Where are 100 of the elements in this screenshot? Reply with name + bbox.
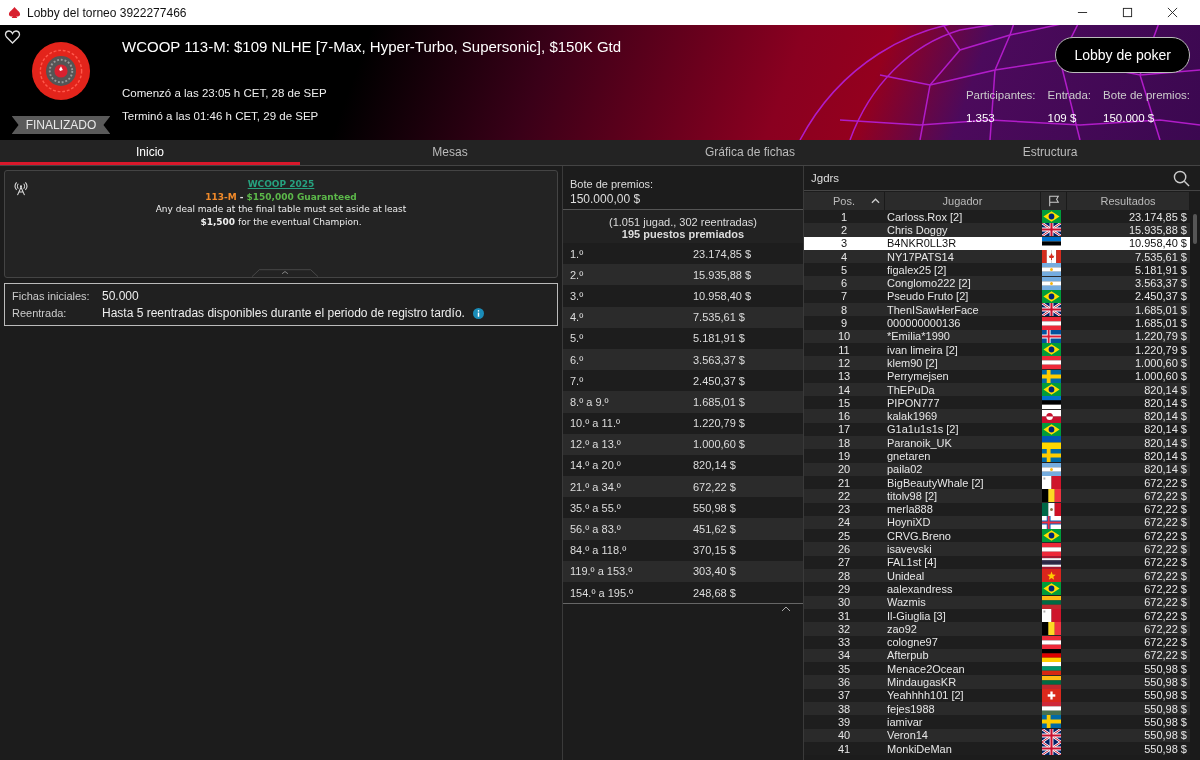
player-row[interactable]: 22 titolv98 [2] 672,22 $ — [804, 489, 1190, 503]
flag-icon — [1042, 356, 1061, 370]
player-name-cell-text: BigBeautyWhale [2] — [886, 476, 985, 489]
sort-caret-icon — [871, 198, 880, 204]
flag-icon — [1042, 595, 1061, 609]
place-cell-text: 8.º a 9.º — [570, 395, 610, 408]
position-cell-text: 2 — [839, 223, 849, 236]
player-row[interactable]: 16 kalak1969 820,14 $ — [804, 409, 1190, 423]
tab[interactable]: Mesas — [300, 140, 600, 165]
announcement-link[interactable]: WCOOP 2025 — [247, 178, 315, 191]
flag-icon — [1042, 316, 1061, 330]
result-cell-text: 1.220,79 $ — [1134, 330, 1188, 343]
player-name-cell-text: merla888 — [886, 503, 934, 516]
flag-icon — [1042, 263, 1061, 277]
tab[interactable]: Estructura — [900, 140, 1200, 165]
logo-icon — [31, 41, 91, 101]
result-cell-text: 550,98 $ — [1143, 676, 1188, 689]
player-name-cell-text: PIPON777 — [886, 396, 941, 409]
player-row[interactable]: 8 ThenISawHerFace 1.685,01 $ — [804, 303, 1190, 317]
player-name-cell-text: Carloss.Rox [2] — [886, 210, 964, 223]
player-name-cell-text: Afterpub — [886, 649, 930, 662]
player-row[interactable]: 6 Conglomo222 [2] 3.563,37 $ — [804, 276, 1190, 290]
poker-lobby-button[interactable]: Lobby de poker — [1055, 37, 1190, 73]
announcement-text: Any deal made at the final table must set aside at least $1,500 for the eventual Champion. — [154, 203, 408, 228]
player-name-cell-text: titolv98 [2] — [886, 489, 939, 502]
tab[interactable]: Gráfica de fichas — [600, 140, 900, 165]
pool-value: 150.000,00 $ — [570, 192, 642, 206]
player-name-cell-text: G1a1u1s1s [2] — [886, 423, 960, 436]
flag-icon — [1042, 529, 1061, 543]
stat-value: 1.353 — [965, 112, 996, 124]
result-cell-text: 550,98 $ — [1143, 742, 1188, 755]
flag-icon — [1042, 210, 1061, 224]
search-icon[interactable] — [1173, 169, 1190, 187]
player-row[interactable]: 12 klem90 [2] 1.000,60 $ — [804, 356, 1190, 370]
player-name-cell-text: ThEPuDa — [886, 383, 936, 396]
position-cell-text: 12 — [836, 356, 852, 369]
player-name-cell-text: kalak1969 — [886, 410, 939, 423]
player-name-cell-text: Perrymejsen — [886, 370, 950, 383]
info-icon[interactable] — [472, 307, 484, 319]
player-row[interactable]: 18 Paranoik_UK 820,14 $ — [804, 436, 1190, 450]
place-cell-text: 35.º a 55.º — [570, 501, 622, 514]
guarantee-text: $150,000 Guaranteed — [246, 190, 357, 203]
result-cell-text: 672,22 $ — [1143, 636, 1188, 649]
maximize-icon[interactable] — [1122, 7, 1133, 18]
end-time: Terminó a las 01:46 h CET, 29 de SEP — [122, 110, 320, 122]
player-name-cell-text: Chris Doggy — [886, 223, 949, 236]
stat-label: Entrada: — [1047, 89, 1092, 101]
flag-icon — [1042, 662, 1061, 676]
place-cell-text: 119.º a 153.º — [570, 565, 634, 578]
result-cell-text: 1.685,01 $ — [1134, 317, 1188, 329]
position-cell-text: 6 — [839, 277, 849, 290]
flag-icon — [1042, 742, 1061, 755]
entries-text: (1.051 jugad., 302 reentradas) — [609, 216, 757, 228]
player-name-cell-text: aalexandress — [886, 582, 954, 595]
position-cell-text: 17 — [836, 423, 852, 436]
player-name-cell-text: B4NKR0LL3R — [886, 237, 958, 250]
player-row[interactable]: 36 MindaugasKR 550,98 $ — [804, 675, 1190, 689]
close-icon[interactable] — [1167, 7, 1178, 18]
result-cell-text: 550,98 $ — [1143, 662, 1188, 675]
place-cell-text: 12.º a 13.º — [570, 438, 622, 451]
amount-cell: 3.563,37 $ — [693, 353, 745, 366]
flag-icon — [1042, 276, 1061, 290]
result-cell-text: 672,22 $ — [1143, 649, 1188, 662]
player-name-cell-text: MindaugasKR — [886, 676, 958, 689]
flag-icon — [1042, 582, 1061, 596]
result-cell-text: 1.000,60 $ — [1134, 356, 1188, 369]
player-name-cell-text: Veron14 — [886, 729, 929, 742]
amount-cell: 7.535,61 $ — [693, 311, 745, 324]
player-name-cell-text: Paranoik_UK — [886, 436, 953, 449]
player-name-cell-text: CRVG.Breno — [886, 529, 952, 542]
amount-cell: 10.958,40 $ — [693, 289, 752, 302]
player-name-cell-text: zao92 — [886, 622, 918, 635]
result-cell-text: 2.450,37 $ — [1134, 290, 1188, 303]
search-field[interactable]: Jgdrs — [804, 166, 1200, 191]
flag-icon[interactable] — [1047, 195, 1060, 207]
place-cell-text: 154.º a 195.º — [570, 586, 635, 599]
player-row[interactable]: 28 Unideal 672,22 $ — [804, 569, 1190, 583]
flag-icon — [1042, 303, 1061, 317]
position-cell-text: 31 — [836, 609, 852, 622]
player-row[interactable]: 32 zao92 672,22 $ — [804, 622, 1190, 636]
position-cell-text: 19 — [836, 450, 852, 462]
amount-cell: 303,40 $ — [693, 565, 736, 578]
flag-icon — [1042, 609, 1061, 623]
player-row[interactable]: 26 isavevski 672,22 $ — [804, 542, 1190, 556]
player-row[interactable]: 2 Chris Doggy 15.935,88 $ — [804, 223, 1190, 237]
place-cell-text: 5.º — [570, 332, 585, 345]
position-cell-text: 27 — [836, 556, 852, 569]
position-cell-text: 32 — [836, 622, 852, 635]
position-cell-text: 25 — [836, 529, 852, 542]
position-cell-text: 22 — [836, 489, 852, 502]
heart-icon[interactable] — [4, 29, 21, 45]
flag-icon — [1042, 635, 1061, 649]
player-name-cell-text: ivan limeira [2] — [886, 343, 959, 356]
stat-value: 150.000 $ — [1103, 112, 1156, 124]
position-cell-text: 33 — [836, 636, 852, 649]
position-cell-text: 21 — [836, 476, 852, 489]
caret-icon[interactable] — [781, 606, 791, 613]
flag-icon — [1042, 449, 1061, 463]
position-cell-text: 5 — [839, 263, 849, 276]
broadcast-icon — [14, 182, 28, 196]
